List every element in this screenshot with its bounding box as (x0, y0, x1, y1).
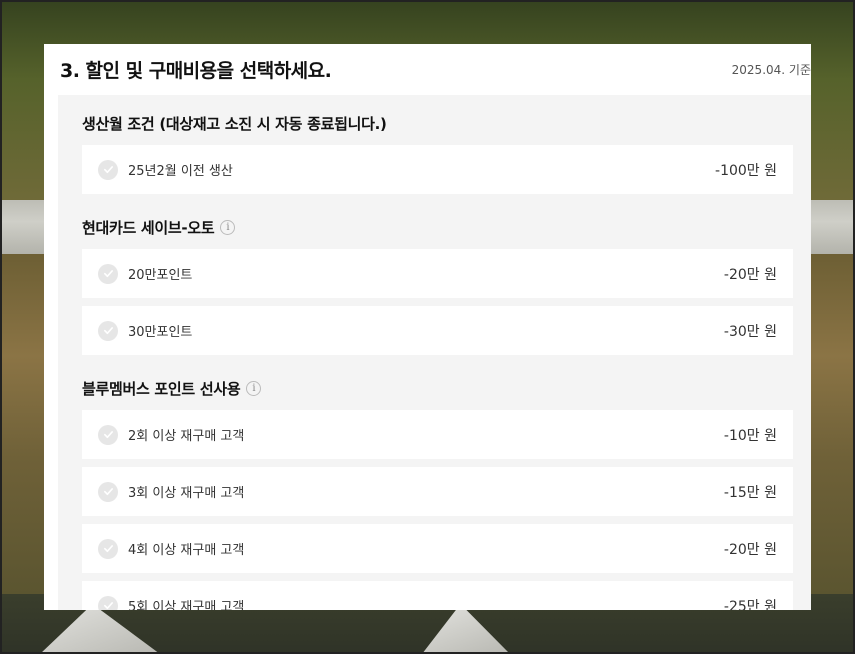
check-icon[interactable] (98, 595, 118, 610)
discount-panel: 3. 할인 및 구매비용을 선택하세요. 2025.04. 기준 생산월 조건 … (44, 44, 811, 610)
option-price: -30만 원 (723, 323, 777, 340)
option-label: 20만포인트 (128, 268, 193, 283)
option-label: 25년2월 이전 생산 (128, 164, 233, 179)
section-label: 현대카드 세이브-오토 (82, 218, 215, 237)
section-title-blue-members: 블루멤버스 포인트 선사용 i (82, 376, 793, 400)
panel-header: 3. 할인 및 구매비용을 선택하세요. 2025.04. 기준 (44, 44, 811, 95)
option-label: 5회 이상 재구매 고객 (128, 600, 245, 610)
info-icon[interactable]: i (220, 219, 236, 235)
option-item[interactable]: 25년2월 이전 생산 -100만 원 (82, 145, 793, 194)
panel-body: 생산월 조건 (대상재고 소진 시 자동 종료됩니다.) 25년2월 이전 생산… (58, 95, 811, 610)
option-price: -100만 원 (715, 162, 777, 179)
option-item[interactable]: 30만포인트 -30만 원 (82, 306, 793, 355)
option-label: 30만포인트 (128, 325, 193, 340)
option-label: 4회 이상 재구매 고객 (128, 543, 245, 558)
option-item[interactable]: 20만포인트 -20만 원 (82, 249, 793, 298)
section-label: 생산월 조건 (대상재고 소진 시 자동 종료됩니다.) (82, 114, 387, 133)
section-title-production-month: 생산월 조건 (대상재고 소진 시 자동 종료됩니다.) (82, 111, 793, 135)
section-label: 블루멤버스 포인트 선사용 (82, 379, 241, 398)
check-icon[interactable] (98, 159, 118, 180)
check-icon[interactable] (98, 538, 118, 559)
option-label: 2회 이상 재구매 고객 (128, 429, 245, 444)
option-price: -20만 원 (723, 266, 777, 283)
option-item[interactable]: 2회 이상 재구매 고객 -10만 원 (82, 410, 793, 459)
date-note: 2025.04. 기준 (731, 63, 811, 77)
check-icon[interactable] (98, 424, 118, 445)
option-price: -10만 원 (723, 427, 777, 444)
check-icon[interactable] (98, 481, 118, 502)
info-icon[interactable]: i (246, 380, 262, 396)
option-item[interactable]: 4회 이상 재구매 고객 -20만 원 (82, 524, 793, 573)
option-price: -15만 원 (723, 484, 777, 501)
option-item[interactable]: 3회 이상 재구매 고객 -15만 원 (82, 467, 793, 516)
check-icon[interactable] (98, 263, 118, 284)
panel-title: 3. 할인 및 구매비용을 선택하세요. (60, 60, 332, 82)
option-price: -20만 원 (723, 541, 777, 558)
check-icon[interactable] (98, 320, 118, 341)
section-title-hyundai-card: 현대카드 세이브-오토 i (82, 215, 793, 239)
option-item[interactable]: 5회 이상 재구매 고객 -25만 원 (82, 581, 793, 610)
option-price: -25만 원 (723, 598, 777, 611)
option-label: 3회 이상 재구매 고객 (128, 486, 245, 501)
